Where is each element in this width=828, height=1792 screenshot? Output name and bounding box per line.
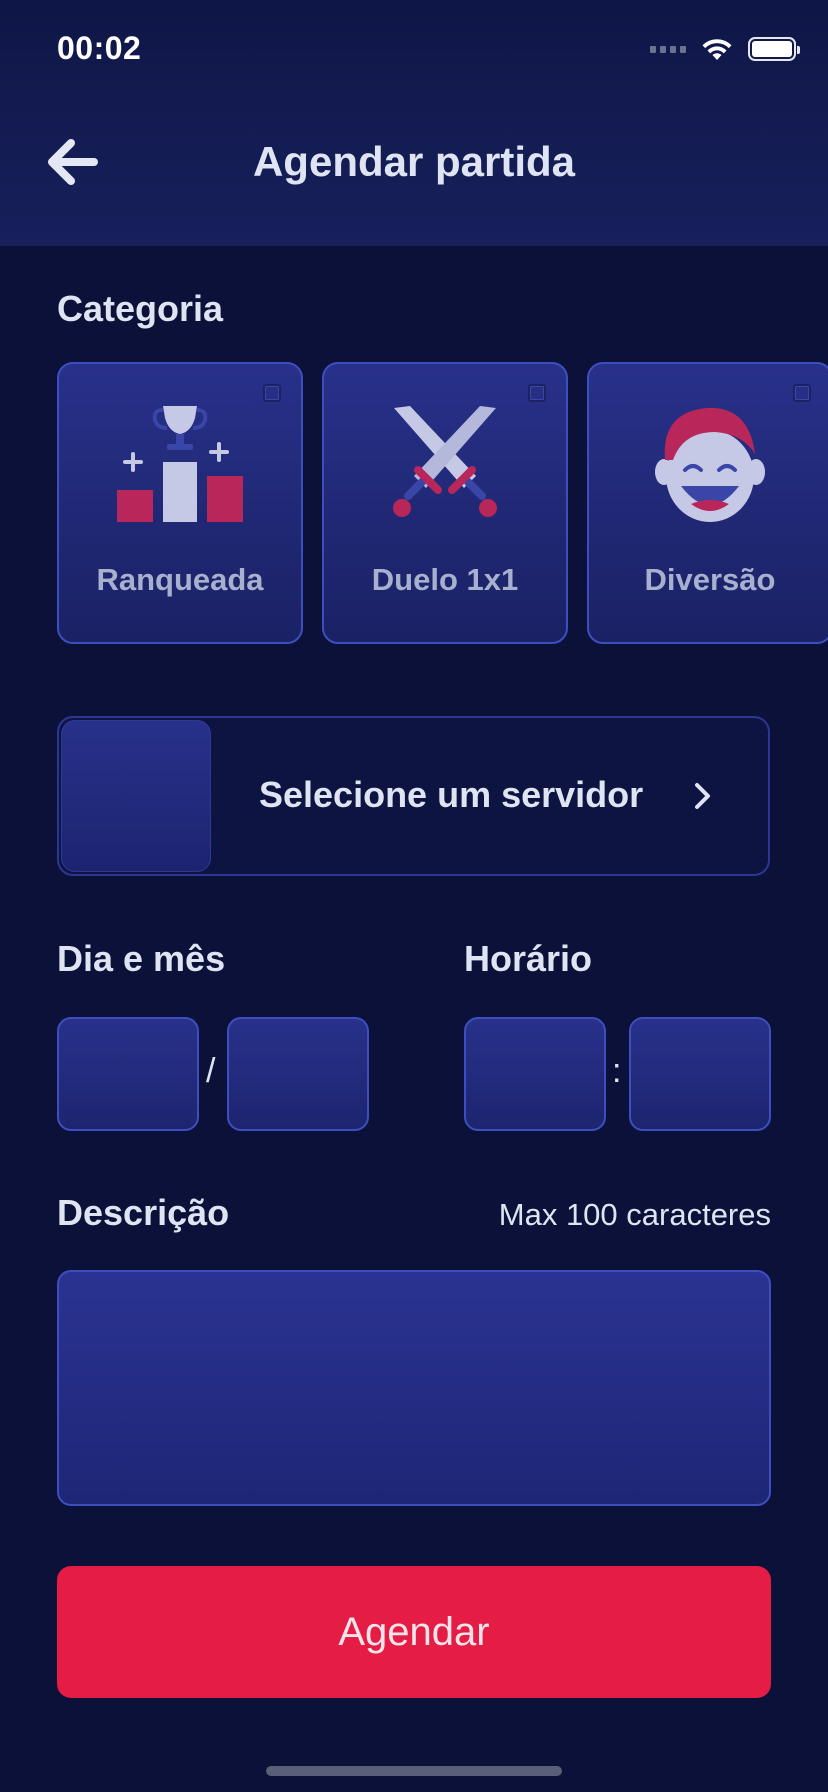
crossed-swords-icon xyxy=(393,406,497,517)
date-title: Dia e mês xyxy=(57,938,226,979)
description-textarea[interactable] xyxy=(57,1270,771,1506)
category-card-ranked[interactable]: Ranqueada xyxy=(57,362,303,644)
month-input[interactable] xyxy=(227,1017,369,1131)
page-title: Agendar partida xyxy=(252,138,576,185)
status-time: 00:02 xyxy=(57,30,142,66)
category-checkbox[interactable] xyxy=(263,384,281,402)
home-indicator xyxy=(266,1766,562,1776)
time-separator: : xyxy=(612,1052,622,1090)
category-checkbox[interactable] xyxy=(528,384,546,402)
screen: 00:02 Agendar partida Categoria Ranquead… xyxy=(0,0,828,1792)
time-title: Horário xyxy=(464,938,593,979)
category-list: Ranqueada Duelo 1x1 Diversão xyxy=(57,362,828,646)
date-separator: / xyxy=(206,1052,216,1090)
battery-icon xyxy=(748,37,800,61)
wifi-icon xyxy=(702,39,732,60)
header-bar: 00:02 Agendar partida xyxy=(0,0,828,246)
server-thumbnail xyxy=(61,720,211,872)
minute-input[interactable] xyxy=(629,1017,771,1131)
category-label: Duelo 1x1 xyxy=(371,562,519,597)
category-card-duel[interactable]: Duelo 1x1 xyxy=(322,362,568,644)
trophy-podium-icon xyxy=(117,406,243,522)
server-select-label: Selecione um servidor xyxy=(259,774,644,815)
chevron-right-icon xyxy=(695,783,710,809)
day-input[interactable] xyxy=(57,1017,199,1131)
server-select[interactable]: Selecione um servidor xyxy=(57,716,770,876)
cellular-signal-icon xyxy=(650,45,686,53)
schedule-button[interactable]: Agendar xyxy=(57,1566,771,1698)
description-title: Descrição xyxy=(57,1192,230,1233)
char-limit-hint: Max 100 caracteres xyxy=(498,1197,771,1232)
hour-input[interactable] xyxy=(464,1017,606,1131)
laughing-face-icon xyxy=(655,407,765,522)
category-card-fun[interactable]: Diversão xyxy=(587,362,828,644)
status-icons xyxy=(650,34,800,64)
category-label: Diversão xyxy=(644,562,776,597)
category-label: Ranqueada xyxy=(96,562,264,597)
category-checkbox[interactable] xyxy=(793,384,811,402)
category-title: Categoria xyxy=(57,288,224,329)
